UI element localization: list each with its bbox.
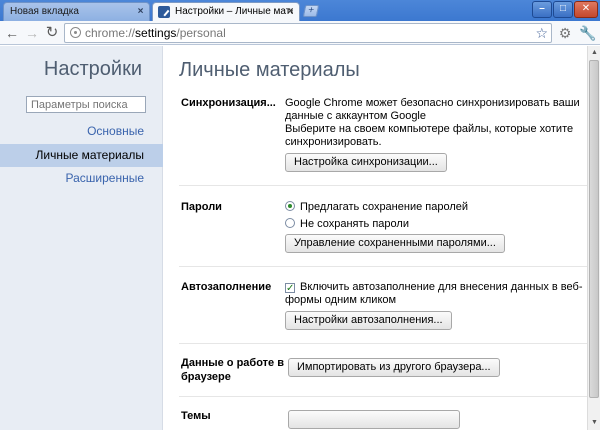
bookmark-star-icon[interactable]: ☆ [535,24,548,42]
checkbox-label: Включить автозаполнение для внесения дан… [285,281,583,306]
reload-icon[interactable]: ↻ [44,25,60,41]
themes-section-label: Темы [181,410,211,422]
tab-label: Настройки – Личные материалы [175,6,293,17]
tab-settings[interactable]: Настройки – Личные материалы × [152,2,300,21]
toolbar: ← → ↻ chrome://settings/personal ☆ ⚙ 🔧 [0,21,600,45]
sync-section-label: Синхронизация... [181,97,276,109]
divider [179,396,587,397]
settings-favicon-icon [158,6,170,18]
sidebar-item-advanced[interactable]: Расширенные [0,167,163,190]
close-window-button[interactable]: ✕ [574,1,598,18]
vertical-scrollbar[interactable]: ▲ ▼ [587,46,600,430]
autofill-section-label: Автозаполнение [181,281,272,293]
sidebar-item-basics[interactable]: Основные [0,120,163,143]
radio-button[interactable] [285,218,295,228]
url-path: /personal [176,26,226,40]
forward-icon[interactable]: → [24,25,40,41]
scroll-thumb[interactable] [589,60,599,398]
import-button[interactable]: Импортировать из другого браузера... [288,358,500,377]
passwords-section-label: Пароли [181,201,222,213]
scroll-down-icon[interactable]: ▼ [589,417,600,429]
gear-icon[interactable]: ⚙ [557,25,573,41]
page-title: Личные материалы [179,59,360,81]
browsing-data-section-label: Данные о работе в браузере [181,357,284,383]
sync-description: Google Chrome может безопасно синхронизи… [285,97,585,149]
divider [179,266,587,267]
themes-button[interactable] [288,410,460,429]
scroll-up-icon[interactable]: ▲ [589,47,600,59]
wrench-icon[interactable]: 🔧 [579,25,596,41]
minimize-button[interactable]: – [532,1,552,18]
search-input[interactable] [26,96,146,113]
url-host: settings [135,26,177,40]
close-tab-icon[interactable]: × [135,6,146,17]
radio-label: Предлагать сохранение паролей [300,201,469,213]
settings-main: Личные материалы Синхронизация... Google… [164,46,587,430]
page-info-icon[interactable] [70,27,81,38]
divider [179,343,587,344]
address-bar[interactable]: chrome://settings/personal ☆ [64,23,552,43]
sidebar-title: Настройки [43,58,142,80]
sidebar-item-personal[interactable]: Личные материалы [0,144,163,167]
divider [179,185,587,186]
radio-offer-save-passwords[interactable]: Предлагать сохранение паролей [285,201,468,214]
tab-label: Новая вкладка [10,6,79,17]
radio-never-save-passwords[interactable]: Не сохранять пароли [285,218,409,231]
checkbox-checked[interactable]: ✓ [285,283,295,294]
url-scheme: chrome:// [85,26,136,40]
sync-setup-button[interactable]: Настройка синхронизации... [285,153,447,172]
radio-label: Не сохранять пароли [300,218,409,230]
maximize-button[interactable]: □ [553,1,573,18]
radio-button-selected[interactable] [285,201,295,211]
new-tab-button[interactable]: + [302,5,320,17]
tab-strip: Новая вкладка × Настройки – Личные матер… [0,0,600,21]
back-icon[interactable]: ← [4,25,20,41]
sync-description-line: Выберите на своем компьютере файлы, кото… [285,123,574,148]
autofill-checkbox-row[interactable]: ✓ Включить автозаполнение для внесения да… [285,281,585,307]
tab-new-tab[interactable]: Новая вкладка × [3,2,150,21]
sync-description-line: Google Chrome может безопасно синхронизи… [285,97,580,122]
autofill-settings-button[interactable]: Настройки автозаполнения... [285,311,452,330]
settings-sidebar: Настройки Основные Личные материалы Расш… [0,46,163,430]
manage-passwords-button[interactable]: Управление сохраненными паролями... [285,234,505,253]
close-tab-icon[interactable]: × [285,6,296,17]
